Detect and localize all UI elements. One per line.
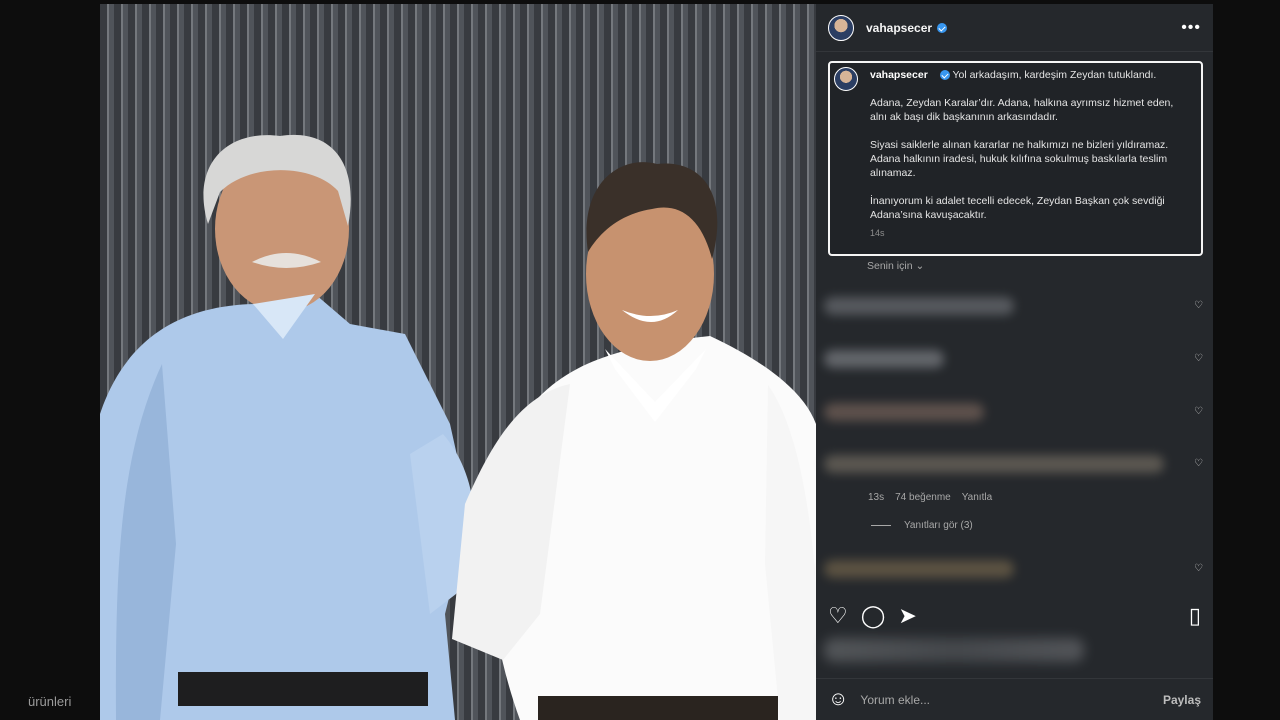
blurred-comment: ♡ xyxy=(824,441,1203,486)
post-actions: ♡ ◯ ➤ ▯ xyxy=(828,602,1201,630)
chevron-down-icon: ⌄ xyxy=(915,260,925,272)
caption-line-4: İnanıyorum ki adalet tecelli edecek, Zey… xyxy=(870,195,1165,221)
blurred-comment: ♡ xyxy=(824,283,1203,328)
send-icon[interactable]: ➤ xyxy=(898,605,916,627)
heart-icon[interactable]: ♡ xyxy=(828,605,848,627)
caption-line-3: Siyasi saiklerle alınan kararlar ne halk… xyxy=(870,139,1169,179)
blurred-likes-line xyxy=(824,638,1084,662)
reply-divider xyxy=(871,525,891,526)
blurred-comment: ♡ xyxy=(824,336,1203,381)
comment-icon[interactable]: ◯ xyxy=(861,605,886,627)
verified-icon xyxy=(939,70,950,81)
comment-time: 13s xyxy=(868,492,885,503)
instagram-post-modal: vahapsecer ••• vahapsecer Yol arkadaşım,… xyxy=(100,4,1213,720)
post-photo xyxy=(100,4,816,720)
bookmark-icon[interactable]: ▯ xyxy=(1189,605,1201,627)
emoji-icon[interactable]: ☺ xyxy=(828,688,848,711)
comment-like-icon[interactable]: ♡ xyxy=(1194,563,1203,574)
reply-button[interactable]: Yanıtla xyxy=(962,492,992,503)
background-partial-text: ürünleri xyxy=(28,694,72,709)
comment-input[interactable]: Yorum ekle... xyxy=(860,693,930,707)
avatar[interactable] xyxy=(828,14,854,41)
caption-line-2: Adana, Zeydan Karalar’dır. Adana, halkın… xyxy=(870,97,1174,123)
view-replies-label: Yanıtları gör (3) xyxy=(904,520,973,531)
comment-like-icon[interactable]: ♡ xyxy=(1194,406,1203,417)
comment-like-icon[interactable]: ♡ xyxy=(1194,300,1203,311)
post-username[interactable]: vahapsecer xyxy=(866,21,932,35)
caption-time: 14s xyxy=(870,228,885,238)
comment-like-icon[interactable]: ♡ xyxy=(1194,353,1203,364)
view-replies[interactable]: Yanıtları gör (3) xyxy=(871,520,973,531)
blurred-comment: ♡ xyxy=(824,389,1203,434)
caption-username[interactable]: vahapsecer xyxy=(870,69,928,81)
comment-filter[interactable]: Senin için ⌄ xyxy=(867,260,924,272)
blurred-comment: ♡ xyxy=(824,546,1203,591)
more-icon[interactable]: ••• xyxy=(1181,19,1201,37)
comment-likes[interactable]: 74 beğenme xyxy=(895,492,951,503)
comment-composer: ☺ Yorum ekle... Paylaş xyxy=(816,678,1213,720)
comment-like-icon[interactable]: ♡ xyxy=(1194,458,1203,469)
post-caption: vahapsecer Yol arkadaşım, kardeşim Zeyda… xyxy=(828,61,1203,256)
post-side-panel: vahapsecer ••• vahapsecer Yol arkadaşım,… xyxy=(816,4,1213,720)
comment-meta: 13s 74 beğenme Yanıtla xyxy=(868,492,992,503)
caption-line-1: Yol arkadaşım, kardeşim Zeydan tutukland… xyxy=(952,69,1157,81)
verified-icon xyxy=(937,22,948,33)
post-photo-illustration xyxy=(100,4,816,720)
comment-filter-label: Senin için xyxy=(867,260,913,272)
share-comment-button[interactable]: Paylaş xyxy=(1163,693,1201,707)
caption-avatar[interactable] xyxy=(834,67,858,91)
post-header: vahapsecer ••• xyxy=(816,4,1213,52)
